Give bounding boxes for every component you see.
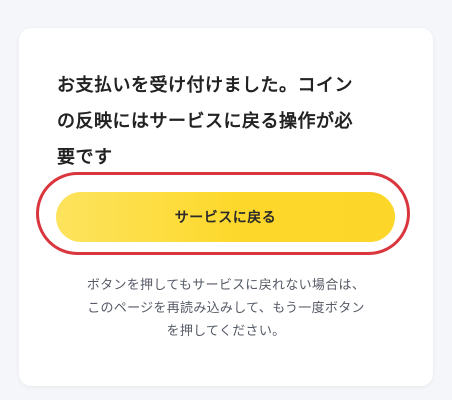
payment-accepted-message: お支払いを受け付けました。コイン の反映にはサービスに戻る操作が必 要です	[57, 68, 397, 176]
return-to-service-label: サービスに戻る	[174, 210, 277, 226]
message-line-1: お支払いを受け付けました。コイン	[57, 75, 353, 96]
message-line-2: の反映にはサービスに戻る操作が必	[57, 111, 353, 132]
return-to-service-button[interactable]: サービスに戻る	[56, 192, 395, 242]
reload-hint-text: ボタンを押してもサービスに戻れない場合は、 このページを再読み込みして、もう一度…	[49, 274, 403, 343]
message-line-3: 要です	[57, 147, 113, 168]
hint-line-2: このページを再読み込みして、もう一度ボタン	[87, 301, 365, 316]
payment-confirmation-card: お支払いを受け付けました。コイン の反映にはサービスに戻る操作が必 要です サービス…	[19, 28, 433, 386]
hint-line-1: ボタンを押してもサービスに戻れない場合は、	[86, 278, 366, 293]
hint-line-3: を押してください。	[166, 324, 286, 339]
